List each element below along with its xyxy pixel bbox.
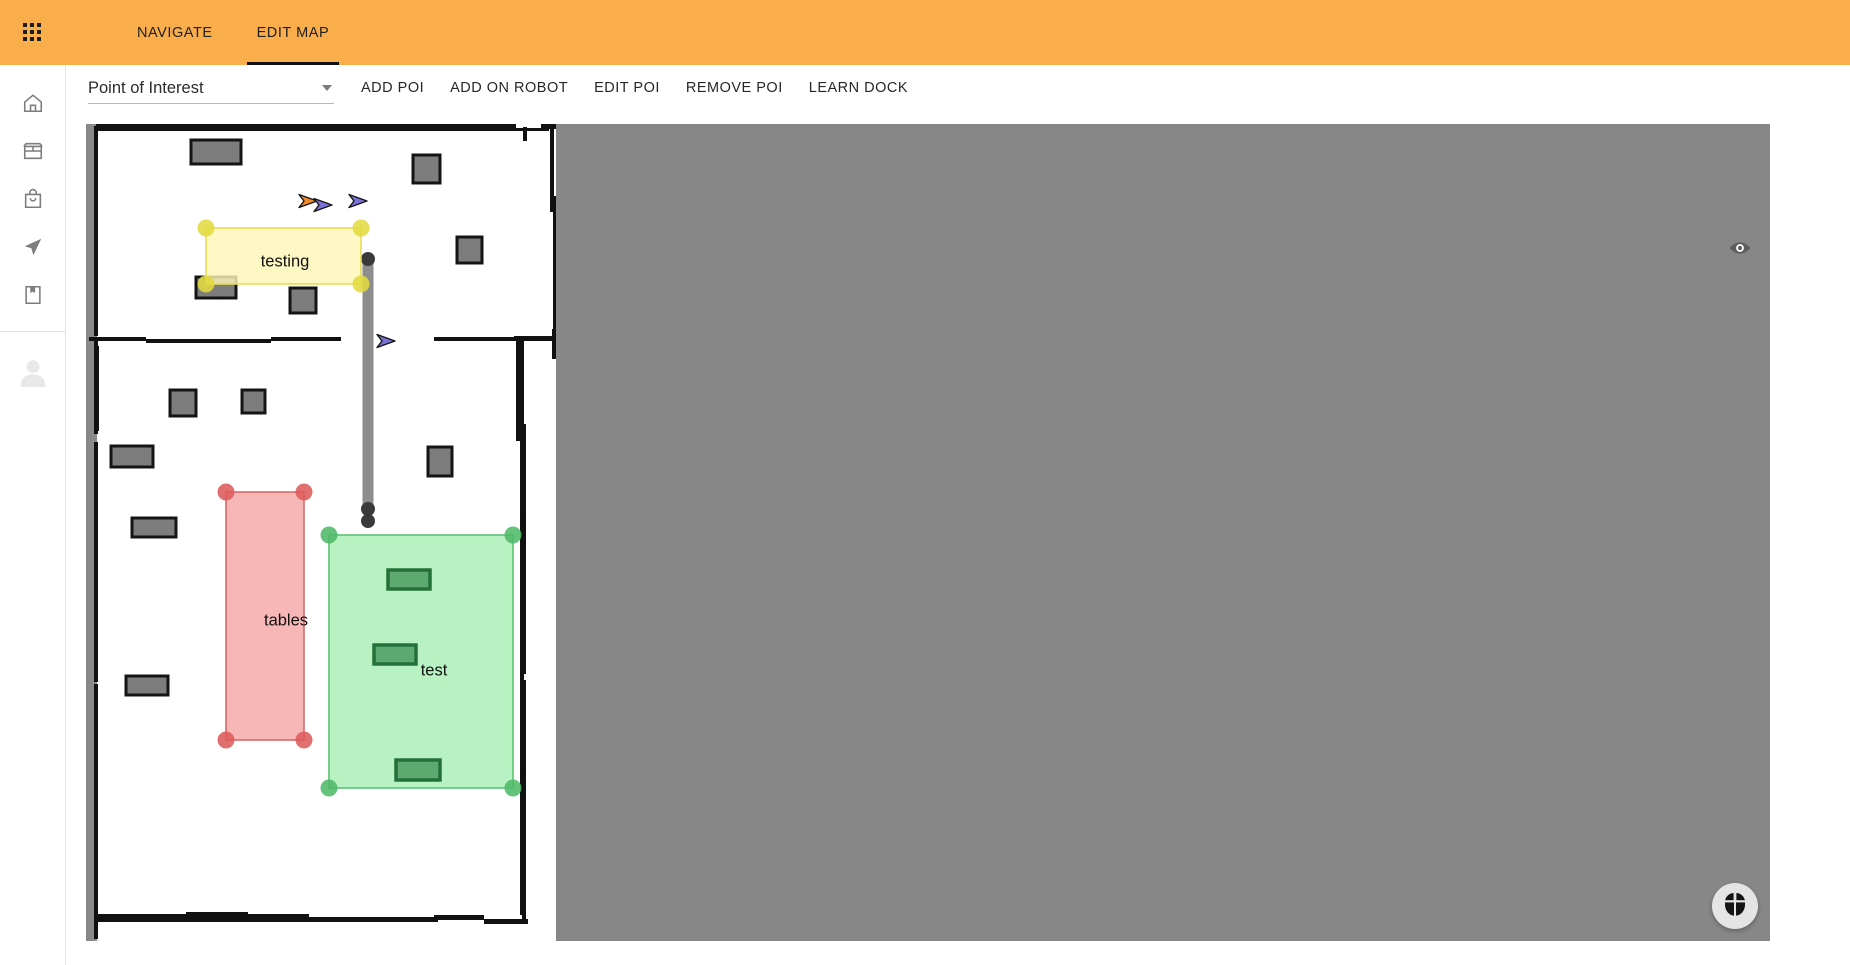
sidebar-item-store[interactable] xyxy=(0,127,66,175)
zone-obstacle xyxy=(386,568,432,591)
sidebar-item-home[interactable] xyxy=(0,79,66,127)
remove-poi-button[interactable]: REMOVE POI xyxy=(673,70,796,106)
add-on-robot-button[interactable]: ADD ON ROBOT xyxy=(437,70,581,106)
edit-poi-button[interactable]: EDIT POI xyxy=(581,70,673,106)
zone-resize-handle[interactable] xyxy=(217,483,235,501)
map-canvas[interactable]: testing tables test xyxy=(86,124,1770,941)
sidebar-item-orders[interactable] xyxy=(0,175,66,223)
map-obstacle xyxy=(168,388,198,418)
virtual-wall-line[interactable] xyxy=(361,252,375,528)
zone-resize-handle[interactable] xyxy=(217,731,235,749)
zone-testing[interactable] xyxy=(205,227,362,285)
rail-divider xyxy=(0,331,66,332)
feature-type-select[interactable]: Point of Interest xyxy=(88,74,334,104)
robot-control-button[interactable] xyxy=(1712,883,1758,929)
layer-visibility-toggle[interactable] xyxy=(1724,234,1756,266)
tab-edit-map[interactable]: EDIT MAP xyxy=(235,0,352,65)
map-outside-area xyxy=(556,124,631,941)
apps-menu-button[interactable] xyxy=(0,0,65,65)
feature-type-select-value: Point of Interest xyxy=(88,79,204,97)
zone-resize-handle[interactable] xyxy=(295,731,313,749)
zone-resize-handle[interactable] xyxy=(295,483,313,501)
map-obstacle xyxy=(411,153,442,185)
zone-group[interactable] xyxy=(205,227,514,789)
sidebar-item-library[interactable] xyxy=(0,271,66,319)
map-render xyxy=(86,124,631,941)
poi-marker-purple-1[interactable] xyxy=(313,197,333,213)
map-obstacle xyxy=(288,286,318,315)
map-obstacle xyxy=(189,138,243,166)
top-app-bar: NAVIGATE EDIT MAP xyxy=(0,0,1850,65)
top-tabs: NAVIGATE EDIT MAP xyxy=(115,0,351,65)
zone-resize-handle[interactable] xyxy=(352,275,370,293)
zone-tables[interactable] xyxy=(225,491,305,741)
apps-grid-icon xyxy=(22,22,43,43)
chevron-down-icon xyxy=(322,85,332,91)
store-icon xyxy=(22,140,44,162)
bookmark-icon xyxy=(22,284,44,306)
map-obstacle xyxy=(124,674,170,697)
avatar[interactable] xyxy=(16,358,50,392)
user-avatar-icon xyxy=(18,357,48,392)
add-poi-button[interactable]: ADD POI xyxy=(348,70,437,106)
zone-resize-handle[interactable] xyxy=(320,779,338,797)
zone-resize-handle[interactable] xyxy=(320,526,338,544)
learn-dock-button[interactable]: LEARN DOCK xyxy=(796,70,921,106)
map-obstacle xyxy=(426,445,454,478)
navigation-arrow-icon xyxy=(22,236,44,258)
map-sheet[interactable]: testing tables test xyxy=(86,124,631,941)
poi-marker-orange[interactable] xyxy=(298,193,318,209)
robot-mouse-icon xyxy=(1724,892,1746,921)
shopping-bag-icon xyxy=(22,188,44,210)
zone-resize-handle[interactable] xyxy=(352,219,370,237)
poi-marker-purple-2[interactable] xyxy=(348,193,368,209)
map-obstacle xyxy=(455,235,484,265)
map-obstacle xyxy=(240,388,267,415)
edit-map-toolbar: Point of Interest ADD POI ADD ON ROBOT E… xyxy=(66,65,1850,107)
zone-obstacle xyxy=(372,643,418,666)
zone-resize-handle[interactable] xyxy=(504,526,522,544)
zone-obstacle xyxy=(394,758,442,782)
tab-navigate[interactable]: NAVIGATE xyxy=(115,0,235,65)
map-obstacle xyxy=(109,444,155,469)
left-nav-rail xyxy=(0,65,66,965)
zone-resize-handle[interactable] xyxy=(197,275,215,293)
zone-resize-handle[interactable] xyxy=(504,779,522,797)
home-icon xyxy=(22,92,44,114)
eye-visibility-icon xyxy=(1728,236,1752,265)
sidebar-item-navigate[interactable] xyxy=(0,223,66,271)
map-obstacle xyxy=(130,516,178,539)
zone-resize-handle[interactable] xyxy=(197,219,215,237)
